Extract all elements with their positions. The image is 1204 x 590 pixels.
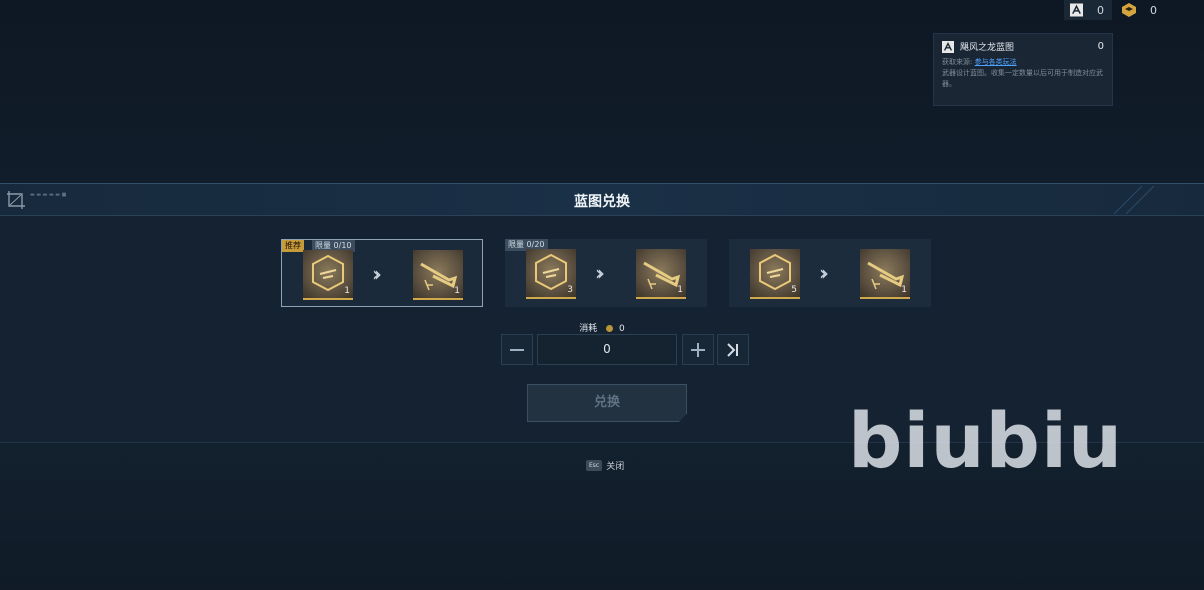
cost-value: 0	[619, 324, 625, 334]
currency-gold[interactable]: 0	[1116, 0, 1166, 20]
gain-qty: 1	[677, 285, 683, 295]
decrease-button[interactable]	[501, 334, 533, 365]
max-button[interactable]	[717, 334, 749, 365]
header-stripe-decoration	[1114, 186, 1155, 214]
exchange-button[interactable]: 兑换	[527, 384, 687, 422]
tooltip-count: 0	[1097, 41, 1104, 52]
coin-icon	[606, 325, 614, 332]
exchange-option-1[interactable]: 推荐 限量 0/10 1 ›› 1	[281, 239, 483, 307]
cost-label: 消耗	[579, 324, 598, 334]
cost-item: 5	[750, 249, 800, 299]
exchange-option-2[interactable]: 限量 0/20 3 ›› 1	[505, 239, 707, 307]
gain-item: 1	[860, 249, 910, 299]
blueprint-token-icon	[942, 40, 954, 53]
recommend-badge: 推荐	[282, 240, 304, 252]
gold-crate-icon	[1122, 3, 1136, 17]
cost-row: 消耗 0	[0, 321, 1204, 334]
cost-item: 3	[526, 249, 576, 299]
tooltip-source-link[interactable]: 参与各类玩法	[975, 58, 1017, 66]
exchange-option-3[interactable]: 5 ›› 1	[729, 239, 931, 307]
tooltip-source-prefix: 获取来源:	[942, 58, 973, 66]
cost-qty: 5	[791, 285, 797, 295]
tooltip-title: 飓风之龙蓝图	[960, 43, 1015, 53]
gain-qty: 1	[454, 286, 460, 296]
increase-button[interactable]	[682, 334, 714, 365]
gain-qty: 1	[901, 285, 907, 295]
cost-qty: 1	[344, 286, 350, 296]
gain-item: 1	[636, 249, 686, 299]
cost-qty: 3	[567, 285, 573, 295]
skip-max-icon	[727, 342, 738, 357]
watermark-logo: biubiu	[848, 396, 1124, 485]
minus-icon	[510, 348, 524, 351]
currency-blueprint-value: 0	[1097, 3, 1104, 17]
arrow-icon: ››	[595, 261, 605, 285]
panel-header: ▬ ▬ ▬ ▬ ▬ ■ 蓝图兑换	[0, 184, 1204, 216]
close-hint[interactable]: Esc 关闭	[586, 459, 624, 472]
tooltip-description: 武器设计蓝图。收集一定数量以后可用于制造对应武器。	[942, 69, 1103, 88]
plus-icon	[691, 342, 705, 357]
arrow-icon: ››	[819, 261, 829, 285]
esc-key: Esc	[586, 460, 603, 471]
currency-gold-value: 0	[1150, 3, 1157, 17]
cost-item: 1	[303, 250, 353, 300]
item-tooltip: 飓风之龙蓝图 0 获取来源: 参与各类玩法 武器设计蓝图。收集一定数量以后可用于…	[933, 33, 1113, 106]
currency-blueprint[interactable]: 0	[1064, 0, 1112, 20]
panel-title: 蓝图兑换	[574, 194, 630, 210]
close-label: 关闭	[606, 462, 625, 472]
blueprint-token-icon	[1070, 3, 1083, 17]
tooltip-source: 获取来源: 参与各类玩法	[942, 57, 1104, 68]
gain-item: 1	[413, 250, 463, 300]
arrow-icon: ››	[372, 262, 382, 286]
quantity-input[interactable]: 0	[537, 334, 677, 365]
